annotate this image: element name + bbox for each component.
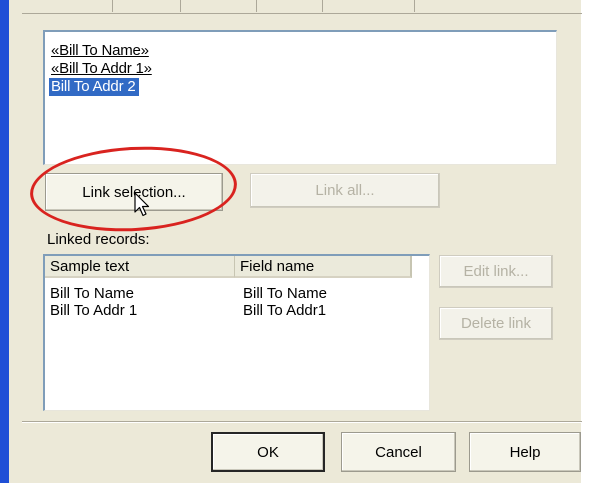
top-tab-divider (112, 0, 113, 12)
help-button[interactable]: Help (469, 432, 581, 472)
cell-field-name: Bill To Addr1 (243, 302, 327, 319)
column-header-sample-text[interactable]: Sample text (45, 256, 235, 278)
list-item[interactable]: Bill To Addr 1 Bill To Addr1 (45, 302, 429, 319)
link-selection-button[interactable]: Link selection... (45, 173, 223, 211)
cell-sample-text: Bill To Name (50, 285, 134, 302)
linked-records-list[interactable]: Sample text Field name Bill To Name Bill… (43, 254, 430, 411)
window-frame-left (0, 0, 9, 483)
right-margin (581, 0, 595, 483)
merge-field-line[interactable]: «Bill To Addr 1» (51, 60, 556, 78)
top-tab-strip (22, 0, 582, 14)
link-all-button[interactable]: Link all... (250, 173, 440, 208)
merge-text-box[interactable]: «Bill To Name» «Bill To Addr 1» Bill To … (43, 30, 557, 165)
list-header: Sample text Field name (45, 256, 429, 278)
cancel-button[interactable]: Cancel (341, 432, 456, 472)
top-tab-divider (256, 0, 257, 12)
edit-link-button[interactable]: Edit link... (439, 255, 553, 288)
column-header-field-name[interactable]: Field name (235, 256, 412, 278)
selected-text-line[interactable]: Bill To Addr 2 (49, 78, 140, 96)
list-rows: Bill To Name Bill To Name Bill To Addr 1… (45, 285, 429, 319)
merge-field-line[interactable]: «Bill To Name» (51, 42, 556, 60)
ok-button[interactable]: OK (211, 432, 325, 472)
cell-field-name: Bill To Name (243, 285, 327, 302)
list-item[interactable]: Bill To Name Bill To Name (45, 285, 429, 302)
cell-sample-text: Bill To Addr 1 (50, 302, 138, 319)
button-divider (22, 421, 582, 423)
delete-link-button[interactable]: Delete link (439, 307, 553, 340)
top-tab-divider (322, 0, 323, 12)
top-tab-divider (180, 0, 181, 12)
linked-records-label: Linked records: (47, 231, 150, 248)
top-tab-divider (414, 0, 415, 12)
